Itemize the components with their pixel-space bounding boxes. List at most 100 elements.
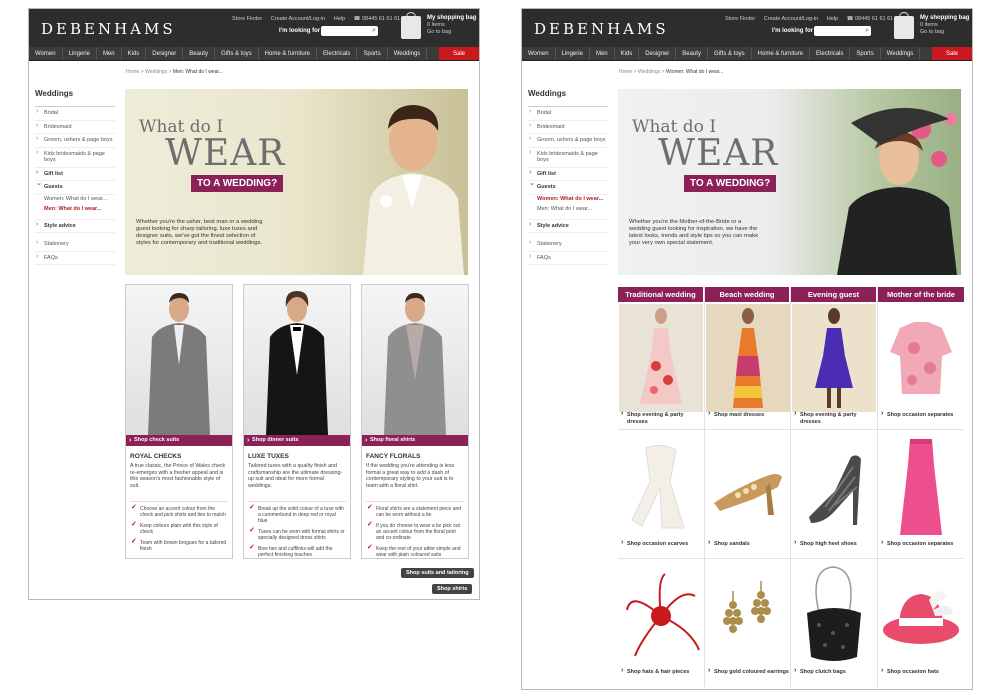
store-finder-link[interactable]: Store Finder	[725, 16, 755, 22]
check-suit-image[interactable]	[126, 285, 232, 435]
account-link[interactable]: Create Account/Log-in	[271, 16, 325, 22]
red-fascinator-image[interactable]	[619, 561, 703, 669]
sidebar-item-bridal[interactable]: Bridal	[35, 107, 115, 121]
purple-dress-image[interactable]	[792, 304, 876, 412]
nav-weddings[interactable]: Weddings	[881, 47, 921, 60]
help-link[interactable]: Help	[827, 16, 838, 22]
shopping-bag-icon[interactable]	[401, 12, 421, 39]
help-link[interactable]: Help	[334, 16, 345, 22]
shop-shirts-button[interactable]: Shop shirts	[432, 584, 473, 594]
search-icon[interactable]: ⌕	[865, 27, 869, 35]
sidebar-item-kids[interactable]: Kids bridesmaids & page boys	[35, 148, 115, 168]
product-tile[interactable]: Shop high heel shoes	[792, 433, 876, 561]
gold-sandals-image[interactable]	[706, 433, 790, 541]
store-finder-link[interactable]: Store Finder	[232, 16, 262, 22]
sidebar-item-bridal[interactable]: Bridal	[528, 107, 608, 121]
sidebar-sub-women[interactable]: Women: What do I wear...	[528, 195, 608, 205]
maxi-dress-image[interactable]	[706, 304, 790, 412]
cream-scarf-image[interactable]	[619, 433, 703, 541]
product-tile[interactable]: Shop evening & party dresses	[792, 304, 876, 432]
shopping-bag-summary[interactable]: My shopping bag 0 items Go to bag	[427, 15, 476, 36]
nav-kids[interactable]: Kids	[615, 47, 640, 60]
shop-floral-shirts-button[interactable]: Shop floral shirts	[362, 435, 468, 446]
nav-sale[interactable]: Sale	[438, 47, 479, 60]
sidebar-item-stationery[interactable]: Stationery	[528, 238, 608, 252]
nav-electricals[interactable]: Electricals	[810, 47, 851, 60]
product-tile[interactable]: Shop occasion separates	[879, 304, 963, 432]
tab-beach-wedding[interactable]: Beach wedding	[705, 287, 789, 302]
sidebar-item-bridesmaid[interactable]: Bridesmaid	[528, 121, 608, 134]
shop-suits-tailoring-button[interactable]: Shop suits and tailoring	[401, 568, 474, 578]
clutch-bag-image[interactable]	[792, 561, 876, 669]
nav-lingerie[interactable]: Lingerie	[63, 47, 97, 60]
sidebar-sub-men[interactable]: Men: What do I wear...	[35, 205, 115, 215]
nav-sports[interactable]: Sports	[850, 47, 881, 60]
pink-skirt-image[interactable]	[879, 433, 963, 541]
sidebar-item-groom[interactable]: Groom, ushers & page boys	[35, 134, 115, 148]
shop-dinner-suits-button[interactable]: Shop dinner suits	[244, 435, 350, 446]
high-heel-shoes-image[interactable]	[792, 433, 876, 541]
nav-gifts[interactable]: Gifts & toys	[708, 47, 752, 60]
sidebar-sub-women[interactable]: Women: What do I wear...	[35, 195, 115, 205]
sidebar-item-gift-list[interactable]: Gift list	[528, 168, 608, 181]
nav-home[interactable]: Home & furniture	[259, 47, 318, 60]
sidebar-item-style-advice[interactable]: Style advice	[35, 218, 115, 233]
search-input[interactable]: ⌕	[814, 26, 871, 36]
sidebar-item-stationery[interactable]: Stationery	[35, 238, 115, 252]
sidebar-sub-men[interactable]: Men: What do I wear...	[528, 205, 608, 215]
sidebar-item-kids[interactable]: Kids bridesmaids & page boys	[528, 148, 608, 168]
product-tile[interactable]: Shop occasion separates	[879, 433, 963, 561]
shop-check-suits-button[interactable]: Shop check suits	[126, 435, 232, 446]
gold-earrings-image[interactable]	[706, 561, 790, 669]
tab-evening-guest[interactable]: Evening guest	[791, 287, 876, 302]
nav-men[interactable]: Men	[590, 47, 615, 60]
pink-hat-image[interactable]	[879, 561, 963, 669]
nav-designer[interactable]: Designer	[146, 47, 184, 60]
sidebar-item-groom[interactable]: Groom, ushers & page boys	[528, 134, 608, 148]
shopping-bag-icon[interactable]	[894, 12, 914, 39]
search-input[interactable]: ⌕	[321, 26, 378, 36]
debenhams-logo[interactable]: DEBENHAMS	[41, 20, 176, 38]
debenhams-logo[interactable]: DEBENHAMS	[534, 20, 669, 38]
shopping-bag-summary[interactable]: My shopping bag 0 items Go to bag	[920, 15, 969, 36]
nav-home[interactable]: Home & furniture	[752, 47, 811, 60]
nav-electricals[interactable]: Electricals	[317, 47, 358, 60]
product-tile[interactable]: Shop clutch bags	[792, 561, 876, 689]
account-link[interactable]: Create Account/Log-in	[764, 16, 818, 22]
product-tile[interactable]: Shop occasion scarves	[619, 433, 703, 561]
nav-kids[interactable]: Kids	[122, 47, 147, 60]
nav-weddings[interactable]: Weddings	[388, 47, 428, 60]
nav-beauty[interactable]: Beauty	[183, 47, 215, 60]
nav-gifts[interactable]: Gifts & toys	[215, 47, 259, 60]
product-tile[interactable]: Shop gold coloured earrings	[706, 561, 790, 689]
nav-designer[interactable]: Designer	[639, 47, 677, 60]
product-tile[interactable]: Shop hats & hair pieces	[619, 561, 703, 689]
nav-sports[interactable]: Sports	[357, 47, 388, 60]
nav-beauty[interactable]: Beauty	[676, 47, 708, 60]
dinner-suit-image[interactable]	[244, 285, 350, 435]
tab-traditional-wedding[interactable]: Traditional wedding	[618, 287, 703, 302]
sidebar: Weddings Bridal Bridesmaid Groom, ushers…	[35, 89, 115, 265]
floral-dress-image[interactable]	[619, 304, 703, 412]
nav-sale[interactable]: Sale	[931, 47, 972, 60]
pink-blouse-image[interactable]	[879, 304, 963, 412]
product-tile[interactable]: Shop evening & party dresses	[619, 304, 703, 432]
nav-men[interactable]: Men	[97, 47, 122, 60]
floral-shirt-image[interactable]	[362, 285, 468, 435]
tab-mother-of-the-bride[interactable]: Mother of the bride	[878, 287, 964, 302]
nav-women[interactable]: Women	[29, 47, 63, 60]
sidebar-item-guests[interactable]: Guests	[35, 181, 115, 195]
sidebar-item-guests[interactable]: Guests	[528, 181, 608, 195]
sidebar-item-style-advice[interactable]: Style advice	[528, 218, 608, 233]
sidebar-item-bridesmaid[interactable]: Bridesmaid	[35, 121, 115, 134]
product-tile[interactable]: Shop sandals	[706, 433, 790, 561]
product-tile[interactable]: Shop occasion hats	[879, 561, 963, 689]
product-tile[interactable]: Shop maxi dresses	[706, 304, 790, 432]
nav-women[interactable]: Women	[522, 47, 556, 60]
sidebar-item-gift-list[interactable]: Gift list	[35, 168, 115, 181]
breadcrumb: Home > Weddings > Women: What do I wear.…	[619, 69, 724, 75]
sidebar-item-faqs[interactable]: FAQs	[528, 252, 608, 265]
search-icon[interactable]: ⌕	[372, 27, 376, 35]
sidebar-item-faqs[interactable]: FAQs	[35, 252, 115, 265]
nav-lingerie[interactable]: Lingerie	[556, 47, 590, 60]
